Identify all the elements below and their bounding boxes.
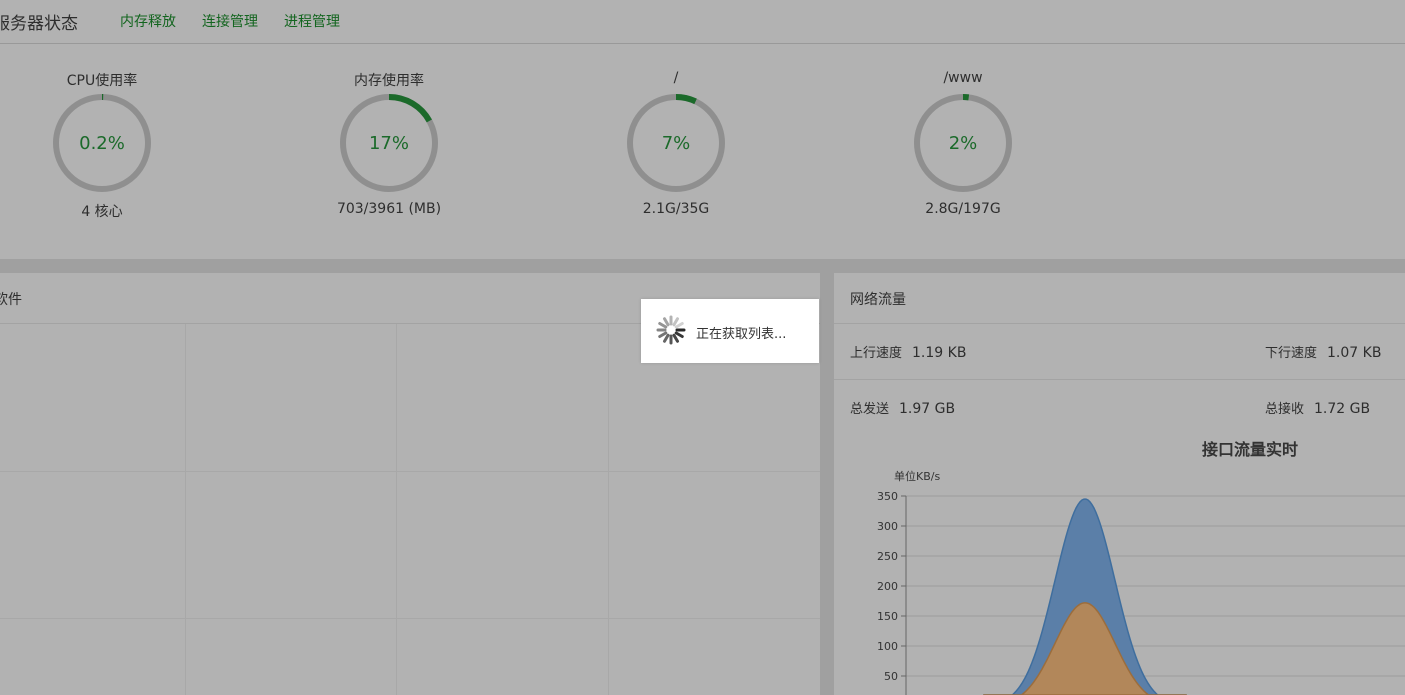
- memory-gauge-value: 17%: [368, 133, 409, 154]
- total-sent: 总发送 1.97 GB: [850, 398, 955, 417]
- process-manage-link[interactable]: 进程管理: [284, 11, 340, 31]
- cpu-gauge-label: CPU使用率: [66, 73, 138, 89]
- total-sent-label: 总发送: [850, 402, 890, 417]
- total-sent-value: 1.97 GB: [899, 401, 956, 417]
- section-divider: [0, 259, 1405, 273]
- memory-gauge-label: 内存使用率: [354, 73, 424, 89]
- upload-speed-value: 1.19 KB: [912, 345, 967, 361]
- memory-gauge[interactable]: 内存使用率 17% 703/3961 (MB): [289, 66, 489, 226]
- network-panel-header: 网络流量: [834, 273, 1405, 324]
- page-title: 服务器状态: [0, 14, 78, 34]
- chart-y-unit: 单位KB/s: [894, 469, 940, 483]
- spinner-tick: [672, 317, 679, 327]
- loading-text: 正在获取列表...: [696, 327, 787, 342]
- spinner-tick: [658, 331, 668, 338]
- root-disk-gauge-label: /: [673, 70, 679, 86]
- root-disk-gauge-value: 7%: [661, 133, 691, 154]
- www-disk-gauge-value: 2%: [948, 133, 978, 154]
- chart-y-tick-label: 350: [877, 490, 898, 503]
- grid-line: [608, 324, 609, 695]
- chart-title: 接口流量实时: [1202, 440, 1298, 459]
- traffic-chart: 接口流量实时 单位KB/s 50 100 150 200 250 300 350: [877, 440, 1405, 695]
- chart-y-tick-label: 200: [877, 580, 898, 593]
- grid-line: [396, 324, 397, 695]
- total-received-label: 总接收: [1265, 402, 1305, 417]
- server-status-panel: 服务器状态 内存释放 连接管理 进程管理 CPU使用率 0.2% 4 核心 内存…: [0, 0, 1405, 259]
- speed-row: 上行速度 1.19 KB 下行速度 1.07 KB: [834, 324, 1405, 380]
- memory-gauge-sub: 703/3961 (MB): [336, 201, 442, 217]
- grid-line: [0, 471, 820, 472]
- chart-y-tick-label: 150: [877, 610, 898, 623]
- root-disk-gauge-sub: 2.1G/35G: [642, 201, 710, 217]
- chart-y-tick-label: 100: [877, 640, 898, 653]
- upload-speed-label: 上行速度: [850, 346, 903, 361]
- spinner-tick: [672, 333, 679, 343]
- upload-speed: 上行速度 1.19 KB: [850, 342, 966, 361]
- download-speed-label: 下行速度: [1265, 346, 1318, 361]
- spinner-tick: [658, 322, 668, 329]
- spinner-tick: [674, 331, 684, 338]
- spinner-tick: [663, 333, 670, 343]
- panel-gutter: [820, 273, 834, 695]
- www-disk-gauge[interactable]: /www 2% 2.8G/197G: [863, 66, 1063, 226]
- download-speed: 下行速度 1.07 KB: [1265, 342, 1381, 361]
- www-disk-gauge-label: /www: [943, 70, 983, 86]
- download-speed-value: 1.07 KB: [1327, 345, 1382, 361]
- spinner-tick: [663, 317, 670, 327]
- cpu-gauge[interactable]: CPU使用率 0.2% 4 核心: [2, 66, 202, 226]
- status-header: 服务器状态 内存释放 连接管理 进程管理: [0, 0, 1405, 44]
- software-panel-title: 软件: [0, 292, 22, 308]
- grid-line: [0, 618, 820, 619]
- total-received-value: 1.72 GB: [1314, 401, 1371, 417]
- chart-y-tick-label: 50: [884, 670, 898, 683]
- chart-y-tick-label: 300: [877, 520, 898, 533]
- total-received: 总接收 1.72 GB: [1265, 398, 1370, 417]
- connection-manage-link[interactable]: 连接管理: [202, 11, 258, 31]
- memory-release-link[interactable]: 内存释放: [120, 11, 176, 31]
- cpu-gauge-sub: 4 核心: [81, 204, 123, 220]
- loading-spinner-icon: [656, 315, 686, 345]
- network-panel: 网络流量 上行速度 1.19 KB 下行速度 1.07 KB 总发送 1.97 GB …: [834, 273, 1405, 695]
- root-disk-gauge[interactable]: / 7% 2.1G/35G: [576, 66, 776, 226]
- www-disk-gauge-sub: 2.8G/197G: [925, 201, 1001, 217]
- spinner-tick: [674, 322, 684, 329]
- cpu-gauge-value: 0.2%: [79, 133, 125, 154]
- chart-y-tick-label: 250: [877, 550, 898, 563]
- network-panel-title: 网络流量: [850, 292, 906, 308]
- grid-line: [185, 324, 186, 695]
- loading-toast: 正在获取列表...: [641, 299, 819, 363]
- download-series-area: [983, 602, 1187, 695]
